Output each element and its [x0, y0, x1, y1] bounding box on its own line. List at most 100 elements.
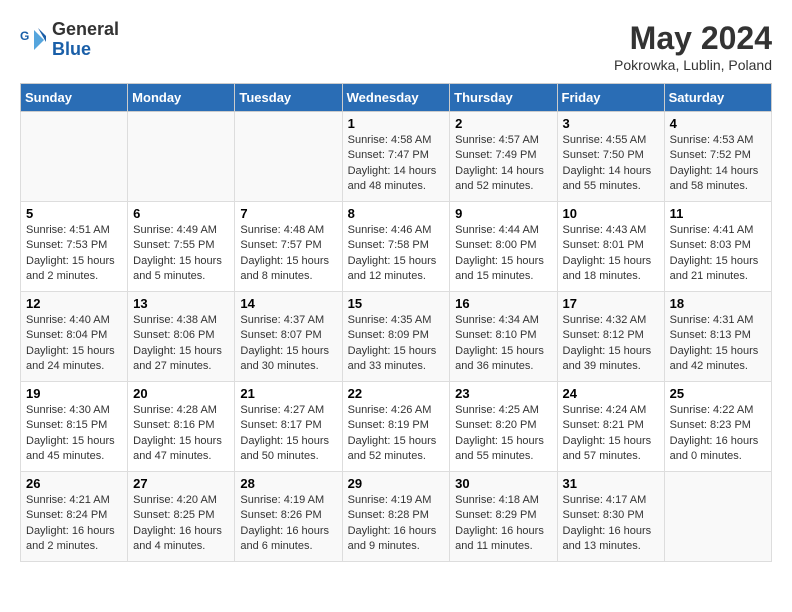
day-number: 3 — [563, 116, 659, 131]
calendar-cell: 20 Sunrise: 4:28 AM Sunset: 8:16 PM Dayli… — [128, 382, 235, 472]
day-info: Sunrise: 4:19 AM Sunset: 8:28 PM Dayligh… — [348, 493, 445, 555]
calendar-cell: 30Sunrise: 4:18 AM Sunset: 8:29 PM Dayli… — [450, 472, 557, 562]
page-header: G General Blue May 2024 Pokrowka, Lublin… — [20, 20, 772, 73]
calendar-week-row: 19 Sunrise: 4:30 AM Sunset: 8:15 PM Dayli… — [21, 382, 772, 472]
day-number: 5 — [26, 206, 122, 221]
month-title: May 2024 — [614, 20, 772, 57]
calendar-week-row: 5 Sunrise: 4:51 AM Sunset: 7:53 PM Daylig… — [21, 202, 772, 292]
calendar-cell: 7Sunrise: 4:48 AM Sunset: 7:57 PM Daylig… — [235, 202, 342, 292]
calendar-week-row: 26 Sunrise: 4:21 AM Sunset: 8:24 PM Dayli… — [21, 472, 772, 562]
day-info: Sunrise: 4:41 AM Sunset: 8:03 PM Dayligh… — [670, 223, 766, 285]
calendar-cell: 17Sunrise: 4:32 AM Sunset: 8:12 PM Dayli… — [557, 292, 664, 382]
day-number: 29 — [348, 476, 445, 491]
calendar-week-row: 1 Sunrise: 4:58 AM Sunset: 7:47 PM Daylig… — [21, 112, 772, 202]
day-number: 7 — [240, 206, 336, 221]
day-info: Sunrise: 4:27 AM Sunset: 8:17 PM Dayligh… — [240, 403, 336, 465]
day-info: Sunrise: 4:51 AM Sunset: 7:53 PM Dayligh… — [26, 223, 122, 285]
day-number: 22 — [348, 386, 445, 401]
calendar-cell: 6 Sunrise: 4:49 AM Sunset: 7:55 PM Daylig… — [128, 202, 235, 292]
day-info: Sunrise: 4:58 AM Sunset: 7:47 PM Dayligh… — [348, 133, 445, 195]
day-number: 20 — [133, 386, 229, 401]
calendar-cell: 16 Sunrise: 4:34 AM Sunset: 8:10 PM Dayli… — [450, 292, 557, 382]
day-info: Sunrise: 4:44 AM Sunset: 8:00 PM Dayligh… — [455, 223, 551, 285]
title-block: May 2024 Pokrowka, Lublin, Poland — [614, 20, 772, 73]
svg-text:G: G — [20, 29, 29, 43]
day-number: 27 — [133, 476, 229, 491]
day-number: 28 — [240, 476, 336, 491]
day-info: Sunrise: 4:21 AM Sunset: 8:24 PM Dayligh… — [26, 493, 122, 555]
calendar-cell: 9Sunrise: 4:44 AM Sunset: 8:00 PM Daylig… — [450, 202, 557, 292]
col-header-tuesday: Tuesday — [235, 84, 342, 112]
day-number: 8 — [348, 206, 445, 221]
calendar-cell: 19 Sunrise: 4:30 AM Sunset: 8:15 PM Dayli… — [21, 382, 128, 472]
day-number: 13 — [133, 296, 229, 311]
day-number: 1 — [348, 116, 445, 131]
day-info: Sunrise: 4:26 AM Sunset: 8:19 PM Dayligh… — [348, 403, 445, 465]
col-header-sunday: Sunday — [21, 84, 128, 112]
day-number: 15 — [348, 296, 445, 311]
day-info: Sunrise: 4:40 AM Sunset: 8:04 PM Dayligh… — [26, 313, 122, 375]
day-number: 6 — [133, 206, 229, 221]
day-number: 4 — [670, 116, 766, 131]
day-info: Sunrise: 4:30 AM Sunset: 8:15 PM Dayligh… — [26, 403, 122, 465]
calendar-cell: 25Sunrise: 4:22 AM Sunset: 8:23 PM Dayli… — [664, 382, 771, 472]
day-number: 18 — [670, 296, 766, 311]
day-number: 14 — [240, 296, 336, 311]
day-info: Sunrise: 4:22 AM Sunset: 8:23 PM Dayligh… — [670, 403, 766, 465]
logo-blue: Blue — [52, 39, 91, 59]
calendar-header-row: SundayMondayTuesdayWednesdayThursdayFrid… — [21, 84, 772, 112]
logo: G General Blue — [20, 20, 119, 60]
day-number: 12 — [26, 296, 122, 311]
day-info: Sunrise: 4:31 AM Sunset: 8:13 PM Dayligh… — [670, 313, 766, 375]
calendar-cell: 21 Sunrise: 4:27 AM Sunset: 8:17 PM Dayli… — [235, 382, 342, 472]
calendar-cell: 13 Sunrise: 4:38 AM Sunset: 8:06 PM Dayli… — [128, 292, 235, 382]
calendar-cell: 23Sunrise: 4:25 AM Sunset: 8:20 PM Dayli… — [450, 382, 557, 472]
day-info: Sunrise: 4:25 AM Sunset: 8:20 PM Dayligh… — [455, 403, 551, 465]
day-number: 21 — [240, 386, 336, 401]
logo-text: General Blue — [52, 20, 119, 60]
calendar-cell: 26 Sunrise: 4:21 AM Sunset: 8:24 PM Dayli… — [21, 472, 128, 562]
day-info: Sunrise: 4:57 AM Sunset: 7:49 PM Dayligh… — [455, 133, 551, 195]
day-number: 26 — [26, 476, 122, 491]
day-info: Sunrise: 4:37 AM Sunset: 8:07 PM Dayligh… — [240, 313, 336, 375]
day-number: 19 — [26, 386, 122, 401]
day-number: 24 — [563, 386, 659, 401]
day-info: Sunrise: 4:34 AM Sunset: 8:10 PM Dayligh… — [455, 313, 551, 375]
day-number: 30 — [455, 476, 551, 491]
calendar-cell: 8 Sunrise: 4:46 AM Sunset: 7:58 PM Daylig… — [342, 202, 450, 292]
logo-icon: G — [20, 26, 48, 54]
calendar-cell: 3Sunrise: 4:55 AM Sunset: 7:50 PM Daylig… — [557, 112, 664, 202]
day-info: Sunrise: 4:38 AM Sunset: 8:06 PM Dayligh… — [133, 313, 229, 375]
day-info: Sunrise: 4:24 AM Sunset: 8:21 PM Dayligh… — [563, 403, 659, 465]
calendar-cell: 27Sunrise: 4:20 AM Sunset: 8:25 PM Dayli… — [128, 472, 235, 562]
day-info: Sunrise: 4:32 AM Sunset: 8:12 PM Dayligh… — [563, 313, 659, 375]
day-info: Sunrise: 4:19 AM Sunset: 8:26 PM Dayligh… — [240, 493, 336, 555]
day-info: Sunrise: 4:17 AM Sunset: 8:30 PM Dayligh… — [563, 493, 659, 555]
day-info: Sunrise: 4:46 AM Sunset: 7:58 PM Dayligh… — [348, 223, 445, 285]
col-header-friday: Friday — [557, 84, 664, 112]
calendar-cell: 29 Sunrise: 4:19 AM Sunset: 8:28 PM Dayli… — [342, 472, 450, 562]
calendar-cell: 4Sunrise: 4:53 AM Sunset: 7:52 PM Daylig… — [664, 112, 771, 202]
day-info: Sunrise: 4:43 AM Sunset: 8:01 PM Dayligh… — [563, 223, 659, 285]
calendar-cell: 10Sunrise: 4:43 AM Sunset: 8:01 PM Dayli… — [557, 202, 664, 292]
calendar-cell — [235, 112, 342, 202]
calendar-cell — [21, 112, 128, 202]
col-header-wednesday: Wednesday — [342, 84, 450, 112]
calendar-cell: 15Sunrise: 4:35 AM Sunset: 8:09 PM Dayli… — [342, 292, 450, 382]
day-number: 16 — [455, 296, 551, 311]
col-header-monday: Monday — [128, 84, 235, 112]
calendar-cell — [128, 112, 235, 202]
day-info: Sunrise: 4:28 AM Sunset: 8:16 PM Dayligh… — [133, 403, 229, 465]
calendar-week-row: 12 Sunrise: 4:40 AM Sunset: 8:04 PM Dayli… — [21, 292, 772, 382]
day-info: Sunrise: 4:49 AM Sunset: 7:55 PM Dayligh… — [133, 223, 229, 285]
calendar-cell — [664, 472, 771, 562]
col-header-thursday: Thursday — [450, 84, 557, 112]
day-number: 2 — [455, 116, 551, 131]
calendar-cell: 1 Sunrise: 4:58 AM Sunset: 7:47 PM Daylig… — [342, 112, 450, 202]
calendar-table: SundayMondayTuesdayWednesdayThursdayFrid… — [20, 83, 772, 562]
calendar-cell: 28 Sunrise: 4:19 AM Sunset: 8:26 PM Dayli… — [235, 472, 342, 562]
day-number: 31 — [563, 476, 659, 491]
calendar-cell: 22 Sunrise: 4:26 AM Sunset: 8:19 PM Dayli… — [342, 382, 450, 472]
calendar-cell: 18 Sunrise: 4:31 AM Sunset: 8:13 PM Dayli… — [664, 292, 771, 382]
logo-general: General — [52, 19, 119, 39]
